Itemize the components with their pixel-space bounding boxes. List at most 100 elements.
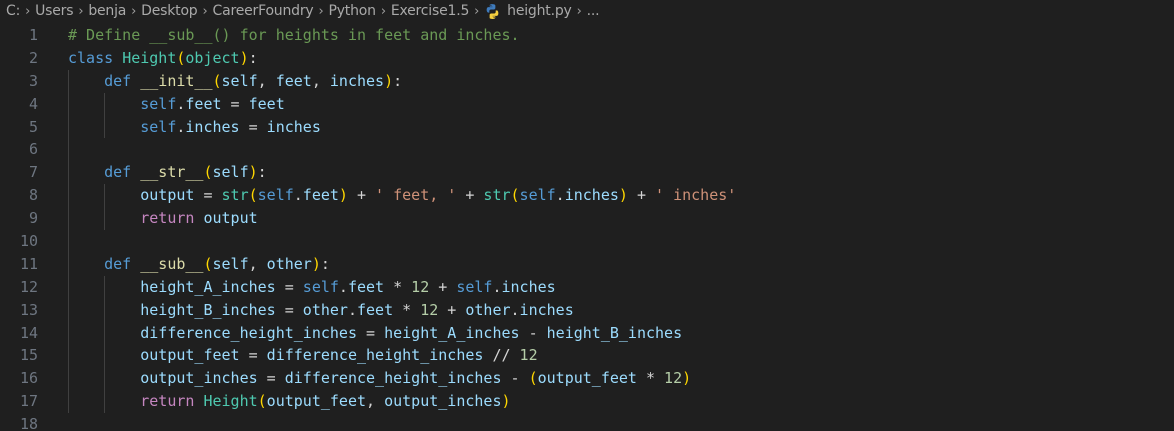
code-token: 12: [420, 300, 439, 319]
code-token: class: [68, 48, 114, 67]
code-line[interactable]: 3 def __init__(self, feet, inches):: [0, 69, 1174, 93]
line-number: 12: [19, 277, 38, 296]
code-token: inches: [185, 117, 240, 136]
code-token: def: [104, 163, 132, 182]
indent-guide: [104, 321, 106, 345]
indent-guide: [104, 367, 106, 391]
code-line[interactable]: 5 self.inches = inches: [0, 115, 1174, 139]
code-line[interactable]: 18: [0, 413, 1174, 431]
code-line[interactable]: 6: [0, 138, 1174, 162]
code-area[interactable]: 1 # Define __sub__() for heights in feet …: [0, 24, 1174, 431]
code-token: self: [212, 163, 249, 182]
code-token: ,: [311, 71, 330, 90]
line-number: 10: [19, 232, 38, 251]
code-token: self: [456, 277, 493, 296]
indent-guide: [68, 92, 69, 116]
code-token: ): [501, 392, 511, 411]
breadcrumb: C: › Users › benja › Desktop › CareerFou…: [0, 0, 1174, 22]
code-token: (: [510, 186, 520, 205]
code-token: =: [356, 323, 385, 342]
code-token: feet: [185, 94, 222, 113]
code-token: (: [528, 369, 538, 388]
code-token: __str__: [140, 163, 204, 182]
code-line[interactable]: 4 self.feet = feet: [0, 92, 1174, 116]
chevron-right-icon: ›: [576, 3, 582, 19]
code-token: self: [221, 71, 258, 90]
code-token: height_B_inches: [140, 300, 276, 319]
code-line[interactable]: 7 def __str__(self):: [0, 161, 1174, 185]
indent-guide: [68, 390, 69, 414]
code-text: # Define __sub__() for heights in feet a…: [68, 24, 520, 47]
line-number: 18: [19, 415, 38, 431]
code-line[interactable]: 1 # Define __sub__() for heights in feet …: [0, 24, 1174, 47]
chevron-right-icon: ›: [318, 3, 324, 19]
code-token: self: [302, 277, 339, 296]
code-line[interactable]: 11 def __sub__(self, other):: [0, 252, 1174, 276]
breadcrumb-more[interactable]: ...: [587, 3, 600, 19]
code-token: def: [104, 71, 132, 90]
code-line[interactable]: 10: [0, 230, 1174, 253]
code-token: ' inches': [655, 186, 737, 205]
code-text: height_B_inches = other.feet * 12 + othe…: [140, 299, 574, 322]
code-token: other: [465, 300, 511, 319]
breadcrumb-item-python[interactable]: Python: [328, 3, 376, 19]
code-line[interactable]: 14 difference_height_inches = height_A_in…: [0, 321, 1174, 345]
indent-guide: [104, 344, 106, 368]
code-token: .: [555, 186, 565, 205]
breadcrumb-item-benja[interactable]: benja: [88, 3, 126, 19]
code-text: height_A_inches = self.feet * 12 + self.…: [140, 276, 555, 299]
code-token: inches: [519, 300, 574, 319]
breadcrumb-item-desktop[interactable]: Desktop: [141, 3, 198, 19]
indent-guide: [68, 161, 69, 185]
breadcrumb-item-users[interactable]: Users: [35, 3, 73, 19]
code-token: Height: [203, 392, 258, 411]
code-token: +: [347, 186, 376, 205]
code-token: *: [636, 369, 665, 388]
code-line[interactable]: 9 return output: [0, 207, 1174, 231]
code-token: difference_height_inches: [284, 369, 502, 388]
line-number: 11: [19, 254, 38, 273]
code-editor[interactable]: C: › Users › benja › Desktop › CareerFou…: [0, 0, 1174, 431]
breadcrumb-item-drive[interactable]: C:: [6, 3, 20, 19]
code-text: class Height(object):: [68, 47, 258, 70]
code-line[interactable]: 8 output = str(self.feet) + ' feet, ' + s…: [0, 184, 1174, 208]
code-token: :: [320, 254, 330, 273]
chevron-right-icon: ›: [78, 3, 84, 19]
line-number: 9: [28, 209, 38, 228]
code-token: ): [239, 48, 249, 67]
code-token: ): [384, 71, 394, 90]
code-token: # Define __sub__() for heights in feet a…: [68, 26, 520, 44]
indent-guide: [68, 321, 69, 345]
line-number: 4: [28, 94, 38, 113]
indent-guide: [68, 275, 69, 299]
breadcrumb-item-exercise[interactable]: Exercise1.5: [391, 3, 470, 19]
code-line[interactable]: 13 height_B_inches = other.feet * 12 + ot…: [0, 298, 1174, 322]
code-line[interactable]: 2 class Height(object):: [0, 47, 1174, 70]
code-token: ): [682, 369, 692, 388]
breadcrumb-item-file[interactable]: height.py: [484, 3, 572, 20]
line-number: 2: [28, 48, 38, 67]
line-number: 13: [19, 300, 38, 319]
indent-guide: [68, 252, 69, 276]
code-line[interactable]: 16 output_inches = difference_height_inch…: [0, 367, 1174, 391]
code-line[interactable]: 15 output_feet = difference_height_inches…: [0, 344, 1174, 368]
code-token: difference_height_inches: [266, 346, 484, 365]
indent-guide: [68, 344, 69, 368]
code-token: height_A_inches: [384, 323, 520, 342]
code-token: inches: [266, 117, 321, 136]
code-text: self.inches = inches: [140, 116, 321, 139]
code-line[interactable]: 17 return Height(output_feet, output_inch…: [0, 390, 1174, 414]
code-token: output_inches: [384, 392, 502, 411]
code-line[interactable]: 12 height_A_inches = self.feet * 12 + sel…: [0, 275, 1174, 299]
code-token: self: [140, 117, 177, 136]
code-token: ): [618, 186, 628, 205]
code-token: +: [456, 186, 484, 205]
code-text: return output: [140, 207, 257, 230]
code-token: feet: [356, 300, 394, 319]
code-token: =: [275, 277, 303, 296]
line-number: 16: [19, 369, 38, 388]
breadcrumb-item-careerfoundry[interactable]: CareerFoundry: [213, 3, 314, 19]
code-token: __init__: [140, 71, 213, 90]
